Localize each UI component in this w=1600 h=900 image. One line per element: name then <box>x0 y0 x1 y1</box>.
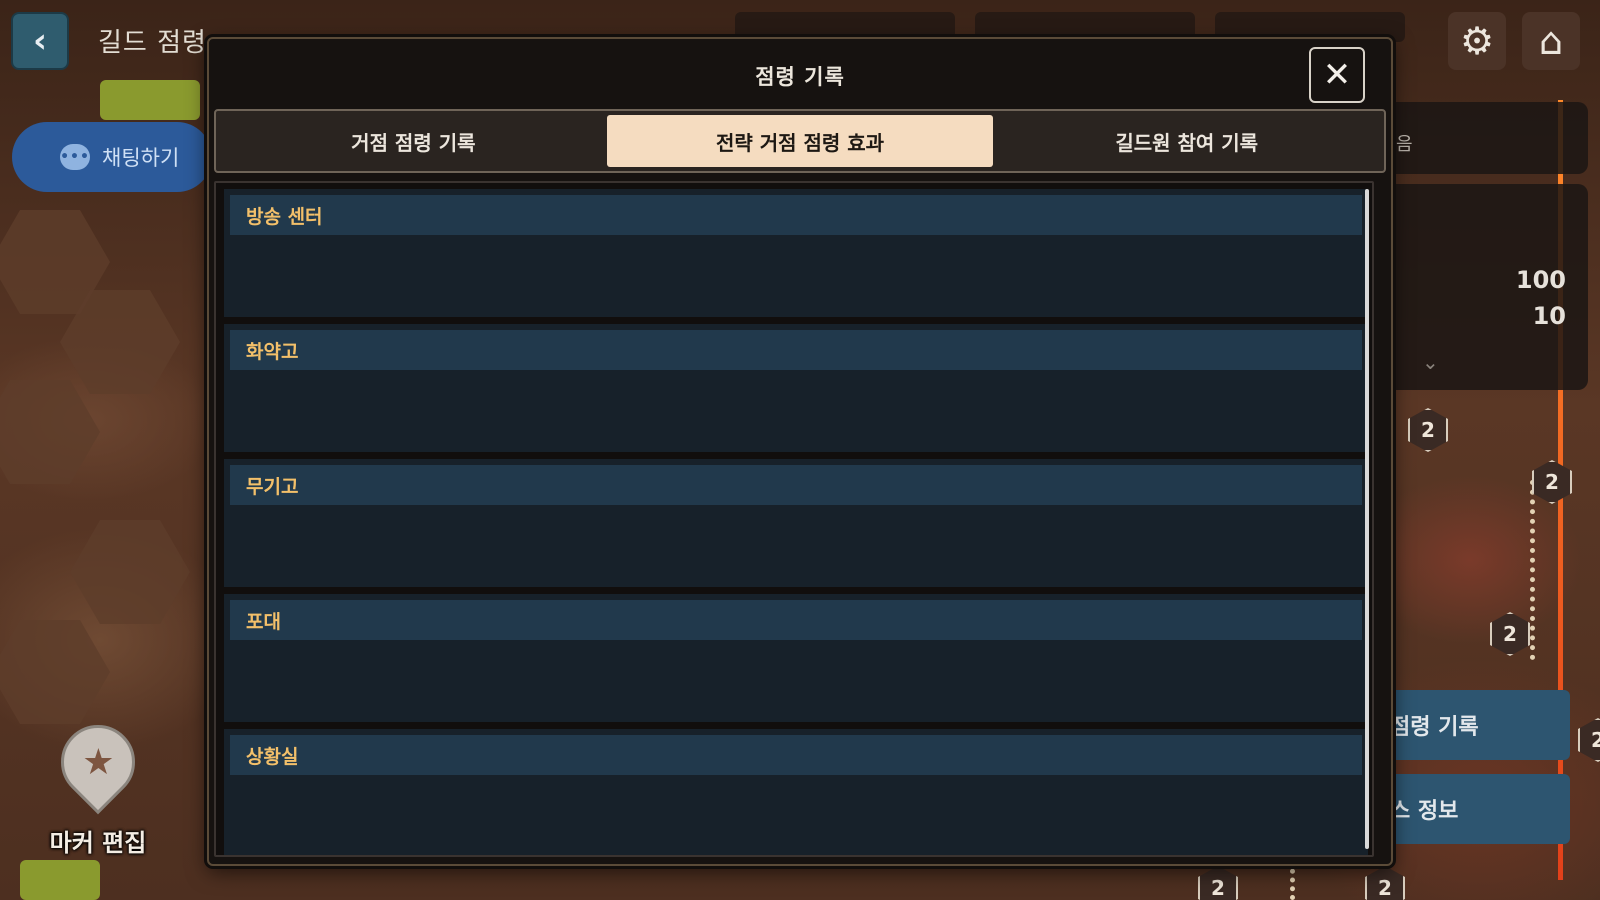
home-icon: ⌂ <box>1538 19 1564 63</box>
chat-button[interactable]: ••• 채팅하기 <box>12 122 212 192</box>
effects-list[interactable]: 방송 센터 화약고 무기고 포대 상황실 <box>214 181 1374 857</box>
chevron-left-icon: ‹ <box>32 21 47 61</box>
effect-card-title: 무기고 <box>230 465 1362 505</box>
marker-pin-icon: ★ <box>45 709 151 815</box>
settings-button[interactable]: ⚙ <box>1448 12 1506 70</box>
tab-base-capture-record[interactable]: 거점 점령 기록 <box>220 115 607 167</box>
effect-card-title: 화약고 <box>230 330 1362 370</box>
effect-card: 방송 센터 <box>224 189 1368 317</box>
info-panel-text: 음 <box>1396 134 1413 155</box>
chevron-down-icon[interactable]: ⌄ <box>1422 350 1439 374</box>
effect-card-title: 방송 센터 <box>230 195 1362 235</box>
chat-bubble-icon: ••• <box>60 144 90 170</box>
effect-card-title: 포대 <box>230 600 1362 640</box>
effect-card: 무기고 <box>224 459 1368 587</box>
tab-member-participation[interactable]: 길드원 참여 기록 <box>993 115 1380 167</box>
chat-button-label: 채팅하기 <box>102 146 180 170</box>
route-line <box>1290 860 1295 900</box>
terrain-block <box>100 80 200 120</box>
side-button-label: 스 정보 <box>1390 799 1459 824</box>
home-button[interactable]: ⌂ <box>1522 12 1580 70</box>
effect-card-title: 상황실 <box>230 735 1362 775</box>
tab-strategic-base-effects[interactable]: 전략 거점 점령 효과 <box>606 115 994 167</box>
effect-card: 포대 <box>224 594 1368 722</box>
gear-icon: ⚙ <box>1459 19 1495 63</box>
close-icon: ✕ <box>1322 55 1352 95</box>
list-scrollbar[interactable] <box>1365 189 1369 849</box>
effect-card: 상황실 <box>224 729 1368 855</box>
effect-card: 화약고 <box>224 324 1368 452</box>
side-button-label: 점령 기록 <box>1390 715 1479 740</box>
info-panel-top: 음 <box>1378 102 1588 174</box>
modal-title: 점령 기록 <box>755 65 845 89</box>
route-line <box>1530 480 1535 660</box>
marker-edit-button[interactable]: ★ 마커 편집 <box>38 709 158 875</box>
star-icon: ★ <box>81 741 115 783</box>
screen-title: 길드 점령 <box>98 28 207 58</box>
stat-value: 10 <box>1532 302 1566 330</box>
capture-record-modal: 점령 기록 ✕ 거점 점령 기록 전략 거점 점령 효과 길드원 참여 기록 방… <box>207 37 1393 866</box>
close-button[interactable]: ✕ <box>1309 47 1365 103</box>
back-button[interactable]: ‹ <box>11 12 69 70</box>
stat-value: 100 <box>1515 266 1566 294</box>
marker-edit-label: 마커 편집 <box>49 829 147 857</box>
tab-bar: 거점 점령 기록 전략 거점 점령 효과 길드원 참여 기록 <box>214 109 1386 173</box>
